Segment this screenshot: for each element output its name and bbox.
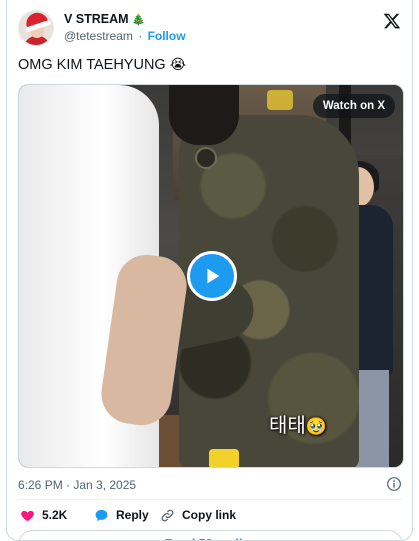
timestamp-link[interactable]: 6:26 PM · Jan 3, 2025 <box>18 478 136 492</box>
handle-row: @tetestream · Follow <box>64 29 186 43</box>
watch-on-x-button[interactable]: Watch on X <box>312 94 395 118</box>
tweet-meta: 6:26 PM · Jan 3, 2025 <box>18 476 403 496</box>
reply-bubble-icon <box>95 509 108 521</box>
copy-link-label: Copy link <box>182 508 237 522</box>
author-handle[interactable]: @tetestream <box>64 29 133 43</box>
heart-icon <box>21 510 34 521</box>
play-button[interactable] <box>187 251 237 301</box>
read-replies-button[interactable]: Read 58 replies <box>18 530 403 540</box>
follow-link[interactable]: Follow <box>148 29 186 43</box>
reply-label: Reply <box>116 508 149 522</box>
separator-dot: · <box>138 29 143 43</box>
christmas-tree-emoji: 🎄 <box>131 14 146 26</box>
video-caption-overlay: 태태🥹 <box>269 409 327 438</box>
x-logo-icon[interactable] <box>383 12 401 30</box>
like-button[interactable]: 5.2K <box>20 505 67 525</box>
copy-link-button[interactable]: Copy link <box>160 505 236 525</box>
action-bar: 5.2K Reply Copy link <box>18 505 403 525</box>
info-icon[interactable] <box>386 476 402 492</box>
tweet-text: OMG KIM TAEHYUNG 😭 <box>18 56 186 73</box>
like-count: 5.2K <box>42 508 68 522</box>
tweet-header: V STREAM 🎄 @tetestream · Follow <box>18 10 403 48</box>
author-name[interactable]: V STREAM 🎄 <box>64 12 145 26</box>
pleading-emoji: 🥹 <box>305 417 327 437</box>
avatar[interactable] <box>18 10 54 46</box>
tweet-text-body: OMG KIM TAEHYUNG <box>18 57 166 73</box>
tweet-card: V STREAM 🎄 @tetestream · Follow OMG KIM T… <box>6 0 413 541</box>
crying-emoji: 😭 <box>169 56 187 72</box>
video-player[interactable]: Watch on X 태태🥹 <box>18 84 404 468</box>
divider <box>18 499 403 500</box>
reply-button[interactable]: Reply <box>94 505 149 525</box>
caption-text: 태태 <box>269 413 306 437</box>
link-icon <box>161 509 174 521</box>
author-name-text: V STREAM <box>64 12 129 26</box>
play-icon <box>207 268 220 284</box>
